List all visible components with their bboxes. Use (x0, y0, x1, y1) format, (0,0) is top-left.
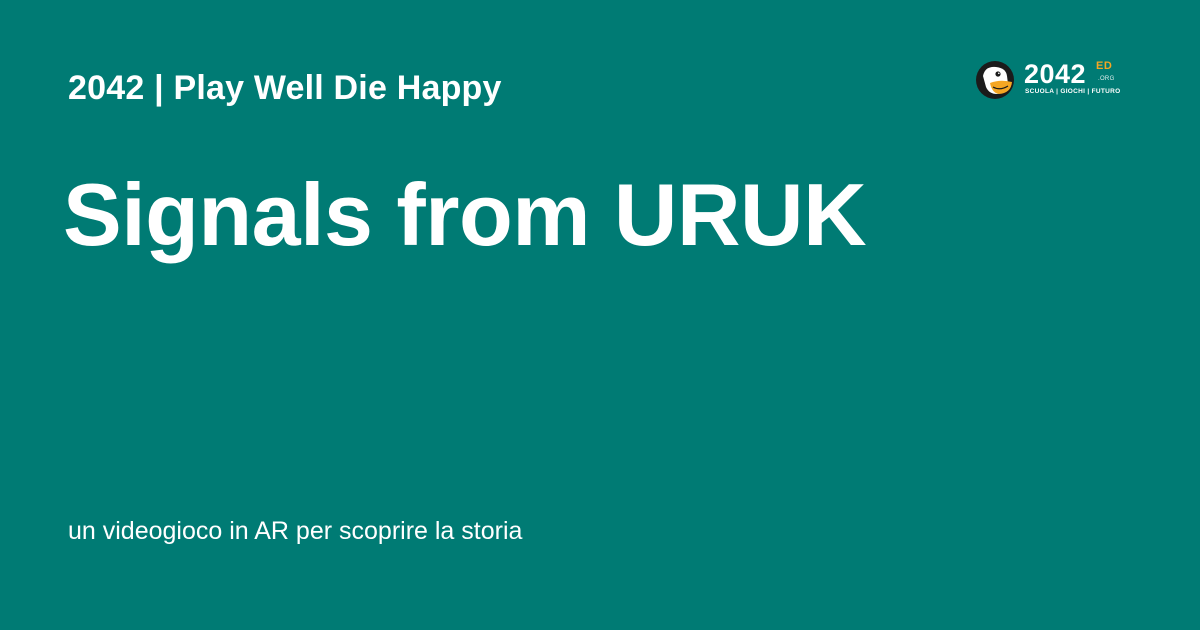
logo-tagline: SCUOLA | GIOCHI | FUTURO (1025, 88, 1121, 95)
logo-suffix: ED (1096, 60, 1113, 72)
logo-domain: .ORG (1098, 76, 1115, 82)
brand-logo: 2042 ED .ORG SCUOLA | GIOCHI | FUTURO (975, 58, 1125, 102)
mascot-face-icon (976, 61, 1014, 99)
logo-number: 2042 (1024, 59, 1087, 89)
site-title: 2042 | Play Well Die Happy (68, 69, 502, 107)
page-subtitle: un videogioco in AR per scoprire la stor… (68, 517, 523, 545)
page-title: Signals from URUK (63, 165, 867, 264)
